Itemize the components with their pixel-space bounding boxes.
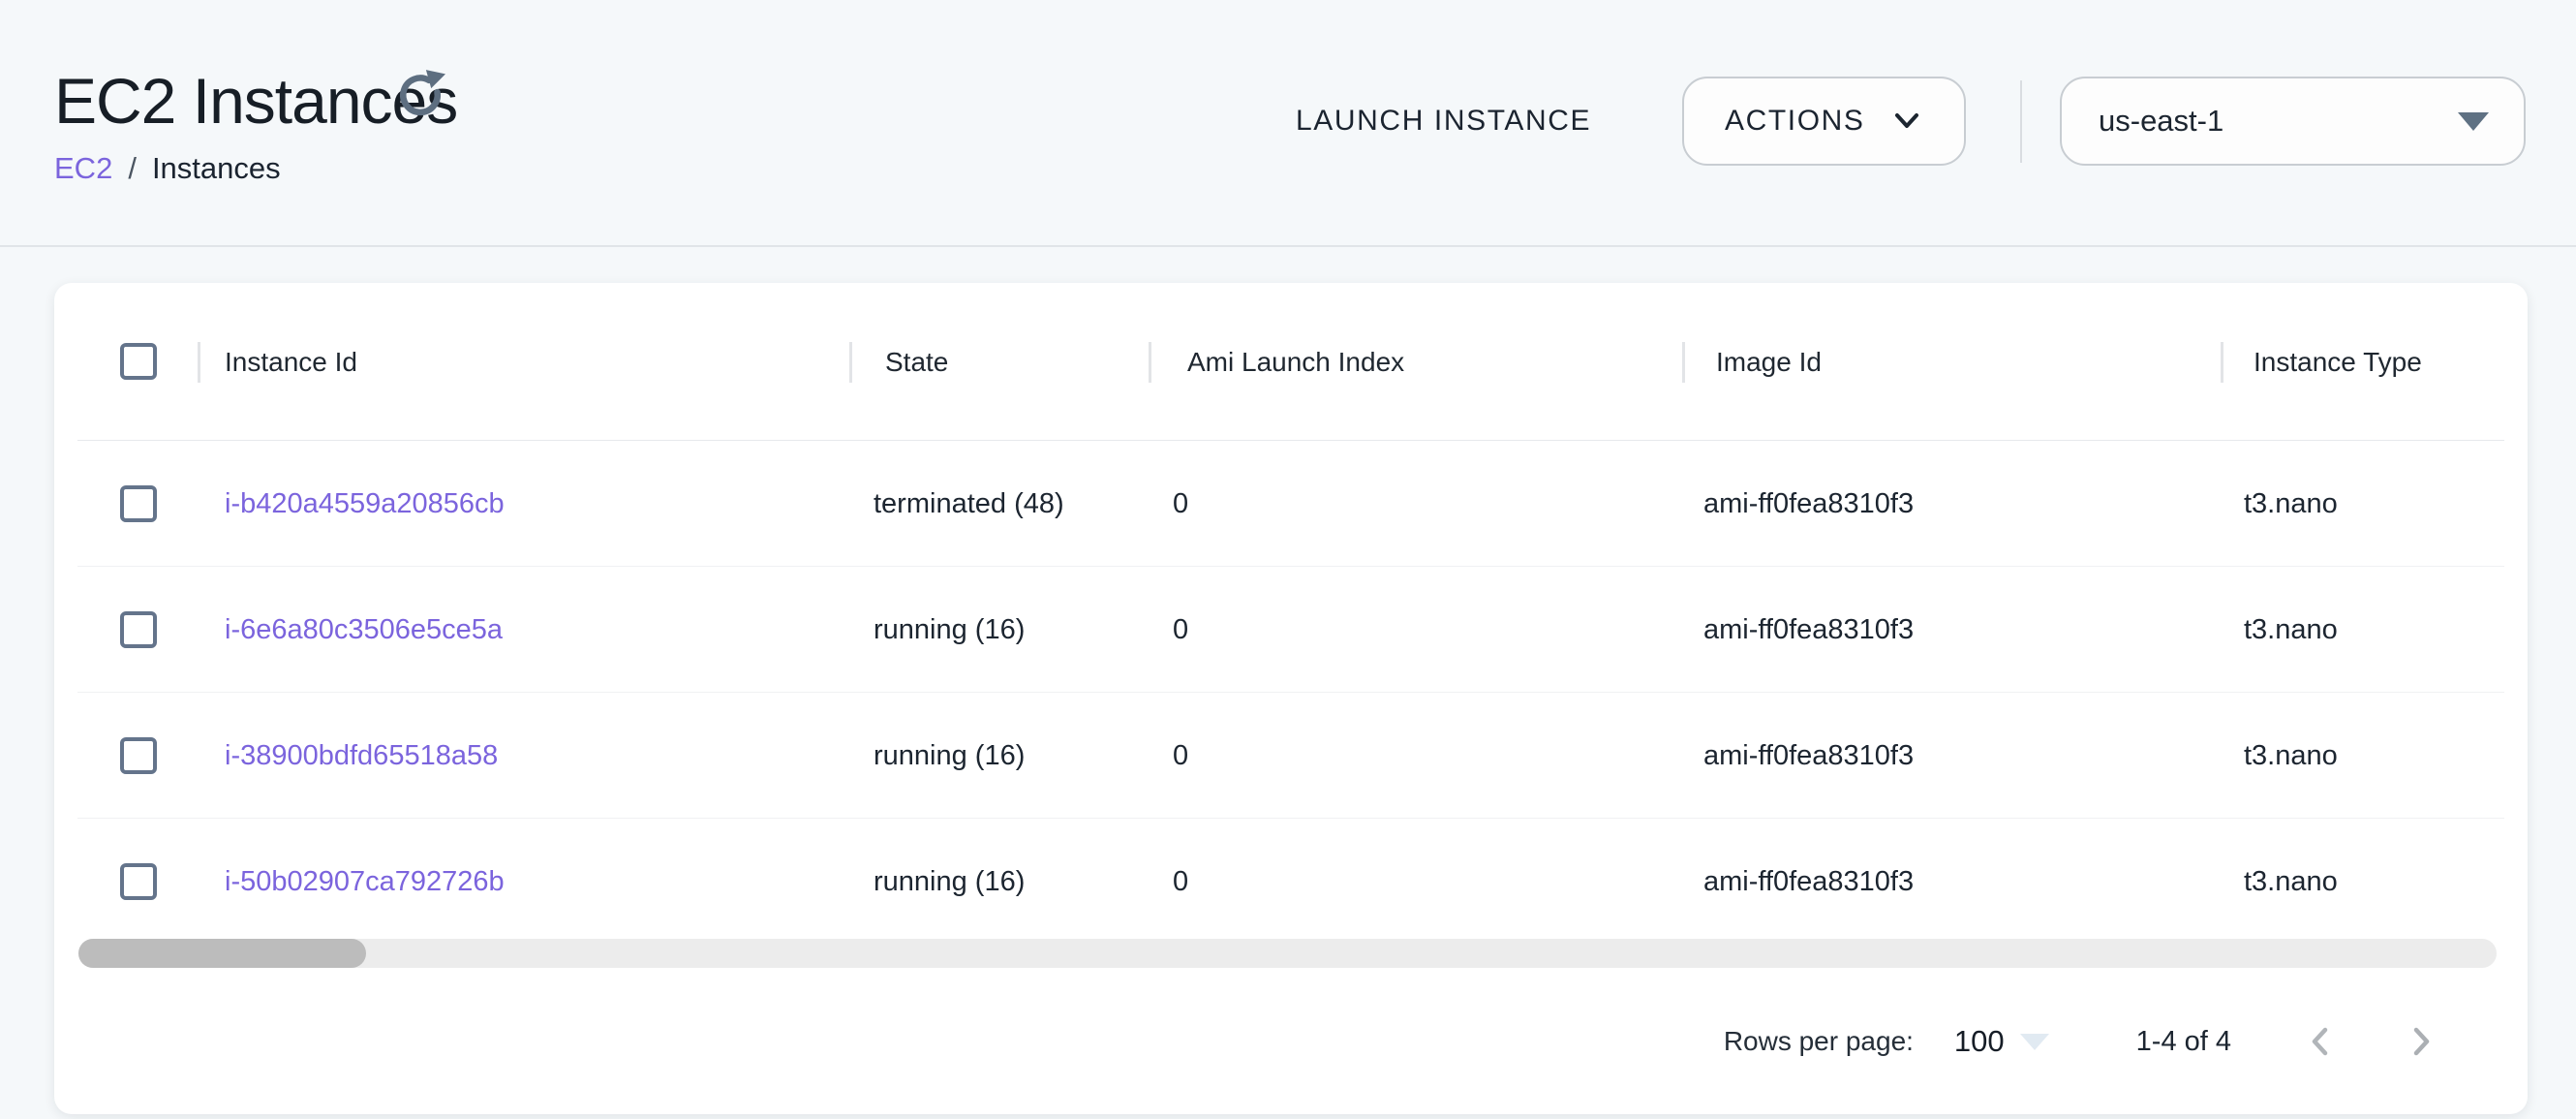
chevron-right-icon bbox=[2403, 1023, 2439, 1060]
state-cell: running (16) bbox=[874, 819, 1025, 945]
pagination-range-label: 1-4 of 4 bbox=[2136, 1026, 2231, 1058]
column-separator bbox=[849, 342, 852, 383]
actions-button-label: ACTIONS bbox=[1725, 105, 1865, 138]
breadcrumb-separator: / bbox=[128, 151, 137, 186]
caret-down-icon bbox=[2458, 112, 2489, 131]
column-header-instance-type[interactable]: Instance Type bbox=[2254, 283, 2422, 441]
pagination-bar: Rows per page: 100 1-4 of 4 bbox=[54, 983, 2528, 1100]
table-row: i-6e6a80c3506e5ce5a running (16) 0 ami-f… bbox=[54, 567, 2528, 693]
ami-launch-index-cell: 0 bbox=[1173, 441, 1188, 567]
instance-id-link[interactable]: i-38900bdfd65518a58 bbox=[225, 740, 498, 771]
page-header: EC2 Instances EC2 / Instances LAUNCH INS… bbox=[0, 0, 2576, 247]
instance-type-cell: t3.nano bbox=[2244, 693, 2338, 819]
next-page-button[interactable] bbox=[2394, 1014, 2448, 1069]
refresh-icon bbox=[395, 69, 445, 119]
launch-instance-button[interactable]: LAUNCH INSTANCE bbox=[1288, 91, 1599, 151]
image-id-cell: ami-ff0fea8310f3 bbox=[1703, 567, 1914, 693]
refresh-button[interactable] bbox=[393, 68, 447, 122]
scrollbar-thumb[interactable] bbox=[78, 939, 366, 968]
instance-type-cell: t3.nano bbox=[2244, 819, 2338, 945]
ec2-instances-page: EC2 Instances EC2 / Instances LAUNCH INS… bbox=[0, 0, 2576, 1119]
row-checkbox[interactable] bbox=[120, 611, 157, 648]
row-checkbox[interactable] bbox=[120, 485, 157, 522]
row-checkbox[interactable] bbox=[120, 863, 157, 900]
column-separator bbox=[198, 342, 200, 383]
image-id-cell: ami-ff0fea8310f3 bbox=[1703, 441, 1914, 567]
actions-button[interactable]: ACTIONS bbox=[1682, 77, 1966, 166]
instance-type-cell: t3.nano bbox=[2244, 567, 2338, 693]
instance-type-cell: t3.nano bbox=[2244, 441, 2338, 567]
table-row: i-38900bdfd65518a58 running (16) 0 ami-f… bbox=[54, 693, 2528, 819]
state-cell: running (16) bbox=[874, 567, 1025, 693]
table-header-row: Instance Id State Ami Launch Index Image… bbox=[54, 283, 2528, 441]
breadcrumb-current: Instances bbox=[152, 151, 281, 186]
instance-id-link[interactable]: i-6e6a80c3506e5ce5a bbox=[225, 614, 503, 645]
column-separator bbox=[1149, 342, 1151, 383]
header-vertical-divider bbox=[2020, 80, 2022, 163]
column-separator bbox=[2221, 342, 2223, 383]
instances-card: Instance Id State Ami Launch Index Image… bbox=[54, 283, 2528, 1114]
chevron-down-icon bbox=[1890, 105, 1923, 138]
select-caret-icon bbox=[2020, 1034, 2049, 1050]
image-id-cell: ami-ff0fea8310f3 bbox=[1703, 819, 1914, 945]
column-separator bbox=[1682, 342, 1685, 383]
breadcrumb: EC2 / Instances bbox=[54, 151, 281, 186]
breadcrumb-ec2-link[interactable]: EC2 bbox=[54, 151, 112, 186]
horizontal-scrollbar[interactable] bbox=[78, 939, 2497, 968]
column-header-ami-launch-index[interactable]: Ami Launch Index bbox=[1187, 283, 1404, 441]
column-header-image-id[interactable]: Image Id bbox=[1716, 283, 1822, 441]
ami-launch-index-cell: 0 bbox=[1173, 819, 1188, 945]
previous-page-button[interactable] bbox=[2293, 1014, 2347, 1069]
instance-id-link[interactable]: i-50b02907ca792726b bbox=[225, 866, 505, 897]
table-row: i-b420a4559a20856cb terminated (48) 0 am… bbox=[54, 441, 2528, 567]
column-header-instance-id[interactable]: Instance Id bbox=[225, 283, 357, 441]
rows-per-page-label: Rows per page: bbox=[1724, 1026, 1914, 1057]
table-row: i-50b02907ca792726b running (16) 0 ami-f… bbox=[54, 819, 2528, 945]
state-cell: terminated (48) bbox=[874, 441, 1064, 567]
rows-per-page-select[interactable]: 100 bbox=[1954, 1024, 2005, 1059]
instance-id-link[interactable]: i-b420a4559a20856cb bbox=[225, 488, 505, 519]
region-select-value: us-east-1 bbox=[2099, 104, 2458, 139]
ami-launch-index-cell: 0 bbox=[1173, 567, 1188, 693]
select-all-checkbox[interactable] bbox=[120, 343, 157, 380]
row-checkbox[interactable] bbox=[120, 737, 157, 774]
state-cell: running (16) bbox=[874, 693, 1025, 819]
ami-launch-index-cell: 0 bbox=[1173, 693, 1188, 819]
region-select[interactable]: us-east-1 bbox=[2060, 77, 2526, 166]
column-header-state[interactable]: State bbox=[885, 283, 948, 441]
chevron-left-icon bbox=[2302, 1023, 2339, 1060]
image-id-cell: ami-ff0fea8310f3 bbox=[1703, 693, 1914, 819]
